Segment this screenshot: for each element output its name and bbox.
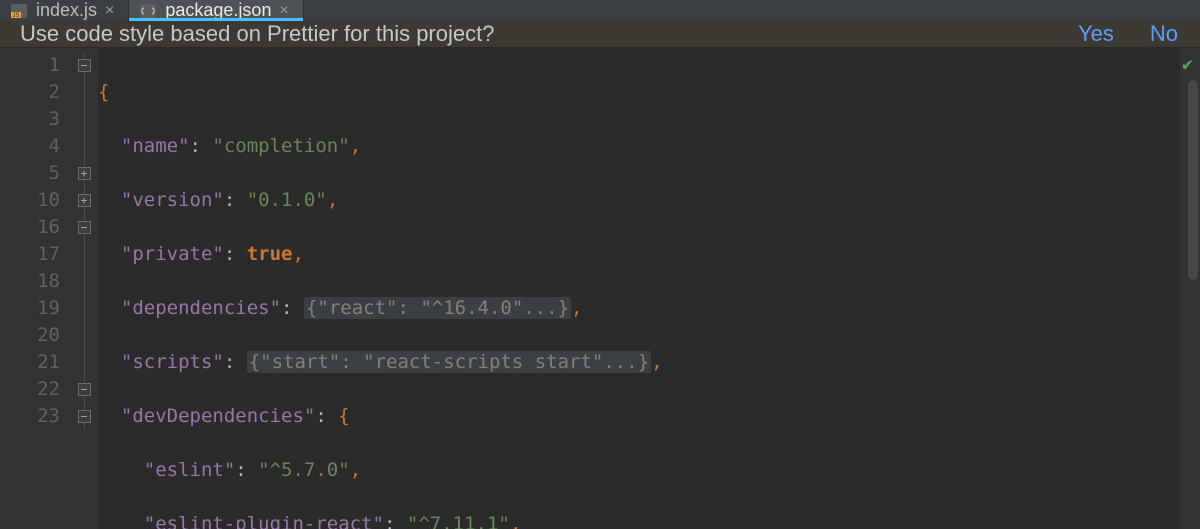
code-token: "eslint"	[144, 459, 236, 481]
code-token: "eslint-plugin-react"	[144, 513, 384, 529]
line-number: 1	[0, 52, 60, 79]
code-token: ,	[327, 189, 338, 211]
line-number: 21	[0, 349, 60, 376]
code-token: ,	[293, 243, 304, 265]
fold-expand-icon[interactable]: +	[78, 194, 91, 207]
line-number: 19	[0, 295, 60, 322]
code-token: ,	[571, 297, 582, 319]
line-number: 2	[0, 79, 60, 106]
line-number: 5	[0, 160, 60, 187]
code-token: "scripts"	[121, 351, 224, 373]
code-token: {	[98, 81, 109, 103]
fold-cell	[70, 79, 98, 106]
line-number: 3	[0, 106, 60, 133]
fold-gutter: − + + − − −	[70, 48, 98, 529]
fold-cell	[70, 295, 98, 322]
code-token: {	[338, 405, 349, 427]
code-token: "^7.11.1"	[407, 513, 510, 529]
fold-cell: −	[70, 376, 98, 403]
fold-collapse-icon[interactable]: −	[78, 59, 91, 72]
line-number: 17	[0, 241, 60, 268]
line-number: 18	[0, 268, 60, 295]
code-token: ,	[350, 459, 361, 481]
code-token: :	[224, 189, 247, 211]
fold-cell	[70, 133, 98, 160]
fold-end-icon[interactable]: −	[78, 383, 91, 396]
code-token: "^5.7.0"	[258, 459, 350, 481]
code-token: :	[384, 513, 407, 529]
folded-region[interactable]: {"react": "^16.4.0"...}	[304, 297, 571, 319]
code-token: "name"	[121, 135, 190, 157]
fold-cell	[70, 106, 98, 133]
code-editor[interactable]: 1 2 3 4 5 10 16 17 18 19 20 21 22 23 − + +…	[0, 48, 1200, 529]
folded-region[interactable]: {"start": "react-scripts start"...}	[247, 351, 651, 373]
tab-label: package.json	[165, 0, 271, 21]
tab-index-js[interactable]: JS index.js ×	[0, 0, 129, 21]
code-token: ,	[510, 513, 521, 529]
tab-label: index.js	[36, 0, 97, 21]
editor-tab-bar: JS index.js × package.json ×	[0, 0, 1200, 21]
code-token: :	[224, 351, 247, 373]
fold-cell	[70, 349, 98, 376]
notification-no-link[interactable]: No	[1150, 21, 1178, 47]
close-icon[interactable]: ×	[279, 2, 288, 20]
fold-cell: +	[70, 187, 98, 214]
notification-message: Use code style based on Prettier for thi…	[20, 21, 1078, 47]
code-token: "version"	[121, 189, 224, 211]
svg-text:JS: JS	[13, 13, 20, 19]
notification-bar: Use code style based on Prettier for thi…	[0, 21, 1200, 48]
code-token: ,	[350, 135, 361, 157]
notification-yes-link[interactable]: Yes	[1078, 21, 1114, 47]
fold-expand-icon[interactable]: +	[78, 167, 91, 180]
js-file-icon: JS	[10, 2, 28, 20]
fold-end-icon[interactable]: −	[78, 410, 91, 423]
code-token: "private"	[121, 243, 224, 265]
code-token: :	[315, 405, 338, 427]
code-token: true	[247, 243, 293, 265]
code-area[interactable]: { "name": "completion", "version": "0.1.…	[98, 48, 1180, 529]
code-token: :	[235, 459, 258, 481]
line-number: 23	[0, 403, 60, 430]
line-number: 10	[0, 187, 60, 214]
fold-cell: −	[70, 214, 98, 241]
code-token: :	[190, 135, 213, 157]
code-token: "devDependencies"	[121, 405, 315, 427]
code-token: :	[224, 243, 247, 265]
code-token: "0.1.0"	[247, 189, 327, 211]
code-token: "dependencies"	[121, 297, 281, 319]
code-token: "completion"	[212, 135, 349, 157]
scrollbar-thumb[interactable]	[1188, 80, 1198, 280]
analysis-ok-icon: ✔	[1182, 54, 1193, 75]
fold-cell: −	[70, 52, 98, 79]
fold-cell	[70, 241, 98, 268]
fold-cell: +	[70, 160, 98, 187]
fold-cell	[70, 268, 98, 295]
line-number-gutter: 1 2 3 4 5 10 16 17 18 19 20 21 22 23	[0, 48, 70, 529]
line-number: 4	[0, 133, 60, 160]
line-number: 22	[0, 376, 60, 403]
tab-package-json[interactable]: package.json ×	[129, 0, 303, 21]
code-token: :	[281, 297, 304, 319]
json-file-icon	[139, 2, 157, 20]
line-number: 16	[0, 214, 60, 241]
marker-stripe: ✔	[1180, 48, 1200, 529]
code-token: ,	[651, 351, 662, 373]
fold-cell: −	[70, 403, 98, 430]
close-icon[interactable]: ×	[105, 2, 114, 20]
fold-cell	[70, 322, 98, 349]
line-number: 20	[0, 322, 60, 349]
ide-window: JS index.js × package.json × Use code st…	[0, 0, 1200, 529]
fold-collapse-icon[interactable]: −	[78, 221, 91, 234]
